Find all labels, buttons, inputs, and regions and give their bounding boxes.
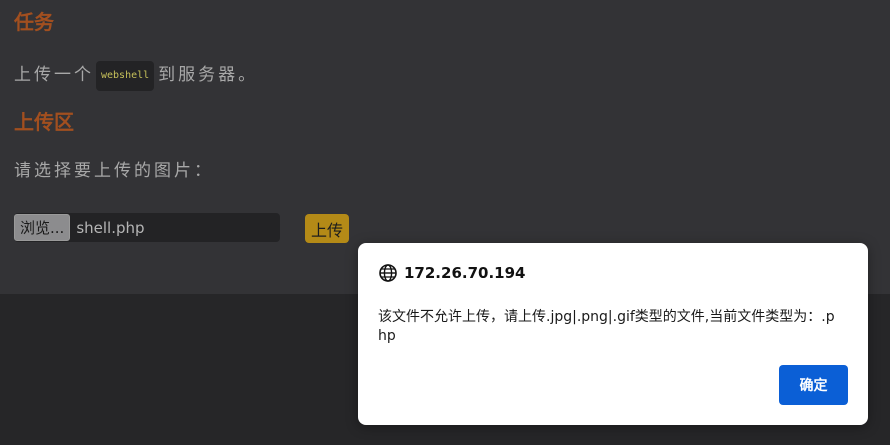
alert-dialog: 172.26.70.194 该文件不允许上传，请上传.jpg|.png|.gif… bbox=[358, 243, 868, 425]
file-input[interactable]: 浏览... shell.php bbox=[14, 213, 280, 242]
task-text-after: 到服务器。 bbox=[158, 65, 259, 85]
dialog-origin-host: 172.26.70.194 bbox=[404, 264, 526, 282]
globe-icon bbox=[378, 263, 398, 283]
browse-button[interactable]: 浏览... bbox=[14, 214, 71, 241]
task-text-before: 上传一个 bbox=[14, 65, 94, 85]
ok-button[interactable]: 确定 bbox=[779, 365, 848, 405]
dialog-message: 该文件不允许上传，请上传.jpg|.png|.gif类型的文件,当前文件类型为：… bbox=[378, 309, 835, 344]
choose-image-prompt: 请选择要上传的图片： bbox=[14, 161, 214, 181]
dialog-origin: 172.26.70.194 bbox=[378, 263, 525, 283]
webshell-code: webshell bbox=[96, 61, 155, 91]
upload-heading: 上传区 bbox=[14, 110, 74, 134]
upload-button[interactable]: 上传 bbox=[305, 214, 350, 243]
selected-file-name: shell.php bbox=[76, 218, 145, 237]
task-heading: 任务 bbox=[14, 10, 54, 34]
task-description: 上传一个 webshell 到服务器。 bbox=[14, 61, 258, 91]
